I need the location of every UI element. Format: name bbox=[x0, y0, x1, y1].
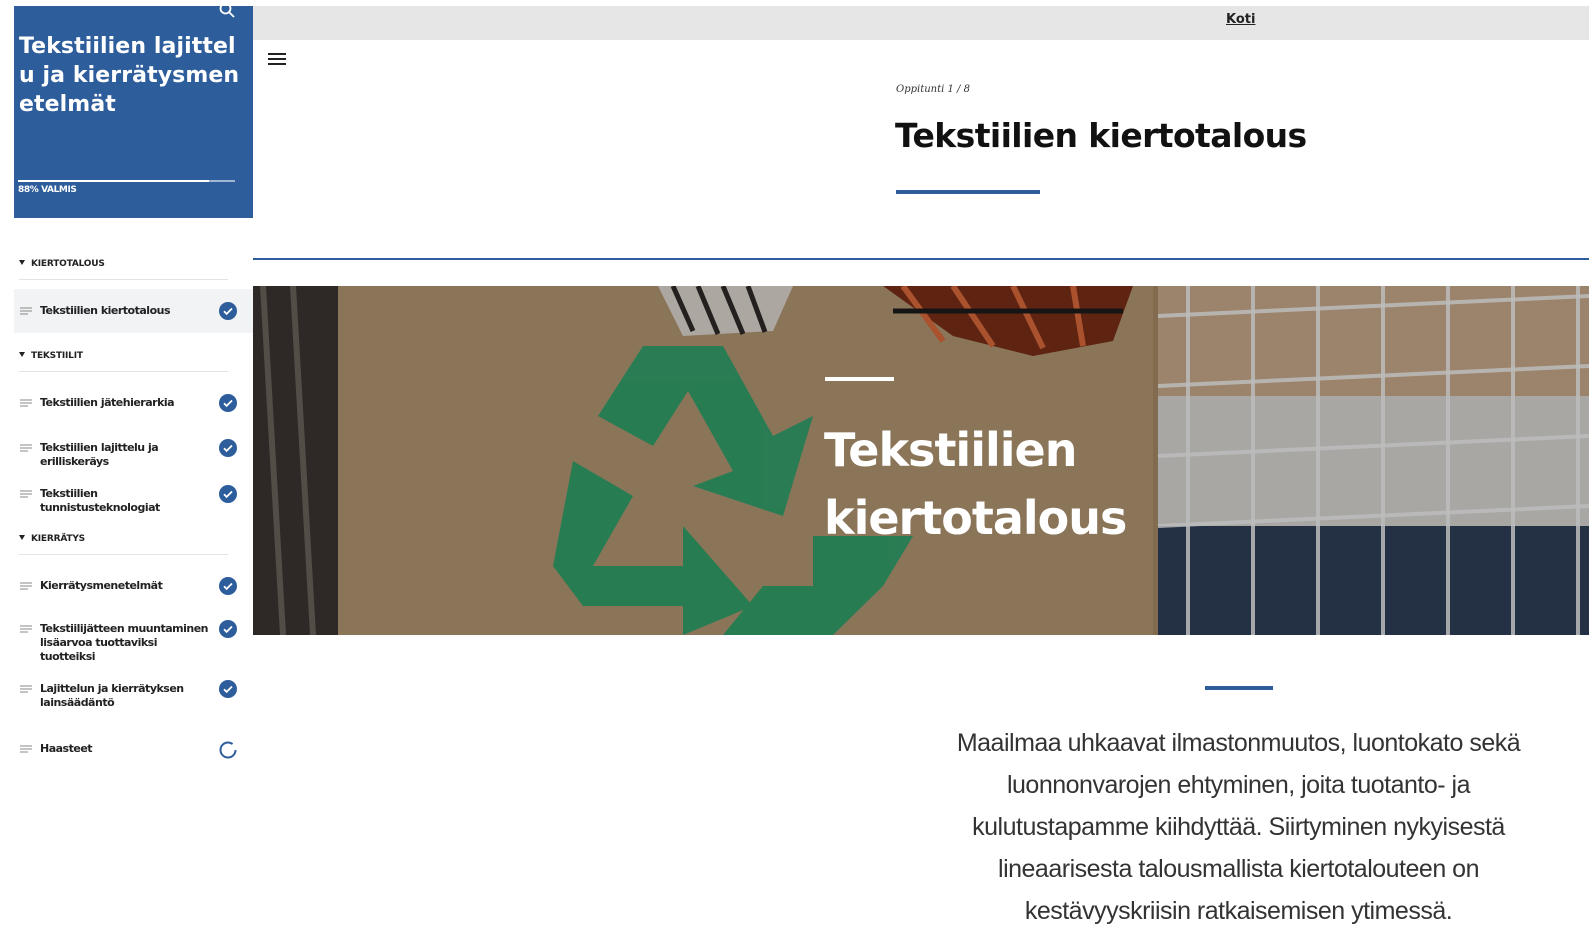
lesson-label: Haasteet bbox=[40, 742, 93, 755]
lesson-text-icon bbox=[20, 307, 32, 315]
lesson-label: Tekstiilien kiertotalous bbox=[40, 304, 171, 317]
lesson-label: Lajittelun ja kierrätyksen lainsäädäntö bbox=[40, 682, 184, 709]
lesson-intro-text: Maailmaa uhkaavat ilmastonmuutos, luonto… bbox=[956, 729, 1521, 925]
lesson-counter: Oppitunti 1 / 8 bbox=[896, 84, 970, 95]
lesson-item-muuntaminen[interactable]: Tekstiilijätteen muuntaminen lisäarvoa t… bbox=[14, 610, 253, 666]
section-header-kierratys[interactable]: KIERRÄTYS bbox=[19, 534, 85, 544]
lesson-text-icon bbox=[20, 582, 32, 590]
check-circle-icon bbox=[219, 394, 237, 412]
lesson-item-tunnistusteknologiat[interactable]: Tekstiilien tunnistusteknologiat bbox=[14, 472, 253, 516]
course-sidebar: Tekstiilien lajittelu ja kierrätysmenete… bbox=[14, 6, 253, 940]
hero-title: Tekstiilien kiertotalous bbox=[824, 423, 1127, 545]
lesson-title: Tekstiilien kiertotalous bbox=[895, 116, 1307, 155]
check-circle-icon bbox=[219, 439, 237, 457]
hero-banner: Tekstiilien kiertotalous bbox=[253, 286, 1589, 635]
lesson-text-icon bbox=[20, 444, 32, 452]
course-progress-fill bbox=[18, 180, 209, 182]
lesson-list: KIERTOTALOUS Tekstiilien kiertotalous TE… bbox=[14, 218, 253, 940]
lesson-label: Tekstiilien tunnistusteknologiat bbox=[40, 487, 160, 514]
lesson-text-icon bbox=[20, 745, 32, 753]
course-progress-label: 88% VALMIS bbox=[18, 185, 77, 195]
course-progress-bar bbox=[18, 180, 235, 182]
section-header-kiertotalous[interactable]: KIERTOTALOUS bbox=[19, 259, 105, 269]
lesson-item-tekstiilien-kiertotalous[interactable]: Tekstiilien kiertotalous bbox=[14, 289, 253, 333]
lesson-item-lajittelu-erilliskerays[interactable]: Tekstiilien lajittelu ja erilliskeräys bbox=[14, 426, 253, 470]
section-header-tekstiilit[interactable]: TEKSTIILIT bbox=[19, 351, 83, 361]
check-circle-icon bbox=[219, 620, 237, 638]
lesson-text-icon bbox=[20, 399, 32, 407]
check-circle-icon bbox=[219, 485, 237, 503]
caret-down-icon bbox=[19, 260, 25, 265]
check-circle-icon bbox=[219, 680, 237, 698]
lesson-label: Tekstiilien jätehierarkia bbox=[40, 396, 175, 409]
course-title[interactable]: Tekstiilien lajittelu ja kierrätysmenete… bbox=[19, 32, 244, 119]
lesson-label: Tekstiilien lajittelu ja erilliskeräys bbox=[40, 441, 159, 468]
section-divider bbox=[19, 279, 228, 280]
caret-down-icon bbox=[19, 352, 25, 357]
title-accent-bar bbox=[896, 190, 1040, 194]
check-circle-icon bbox=[219, 577, 237, 595]
search-icon[interactable] bbox=[219, 6, 235, 18]
lesson-label: Kierrätysmenetelmät bbox=[40, 579, 163, 592]
lesson-text-icon bbox=[20, 490, 32, 498]
section-divider bbox=[19, 371, 228, 372]
lesson-item-lainsaadanto[interactable]: Lajittelun ja kierrätyksen lainsäädäntö bbox=[14, 670, 253, 726]
top-bar: Koti bbox=[253, 6, 1589, 40]
hero-dash bbox=[825, 377, 894, 381]
lesson-label: Tekstiilijätteen muuntaminen lisäarvoa t… bbox=[40, 622, 209, 663]
in-progress-circle-icon bbox=[219, 741, 237, 759]
lesson-item-kierratysmenetelmat[interactable]: Kierrätysmenetelmät bbox=[14, 564, 253, 608]
lesson-item-jatehierarkia[interactable]: Tekstiilien jätehierarkia bbox=[14, 381, 253, 425]
lesson-item-haasteet[interactable]: Haasteet bbox=[14, 730, 253, 774]
course-header: Tekstiilien lajittelu ja kierrätysmenete… bbox=[14, 6, 253, 218]
lesson-text-icon bbox=[20, 625, 32, 633]
check-circle-icon bbox=[219, 302, 237, 320]
hamburger-menu-icon[interactable] bbox=[267, 51, 287, 67]
caret-down-icon bbox=[19, 535, 25, 540]
home-link[interactable]: Koti bbox=[1226, 12, 1255, 27]
section-title: TEKSTIILIT bbox=[31, 351, 83, 361]
section-divider bbox=[19, 554, 228, 555]
content-accent-bar bbox=[1205, 686, 1273, 690]
lesson-text-icon bbox=[20, 685, 32, 693]
section-title: KIERRÄTYS bbox=[31, 534, 85, 544]
header-divider bbox=[253, 258, 1589, 260]
section-title: KIERTOTALOUS bbox=[31, 259, 105, 269]
